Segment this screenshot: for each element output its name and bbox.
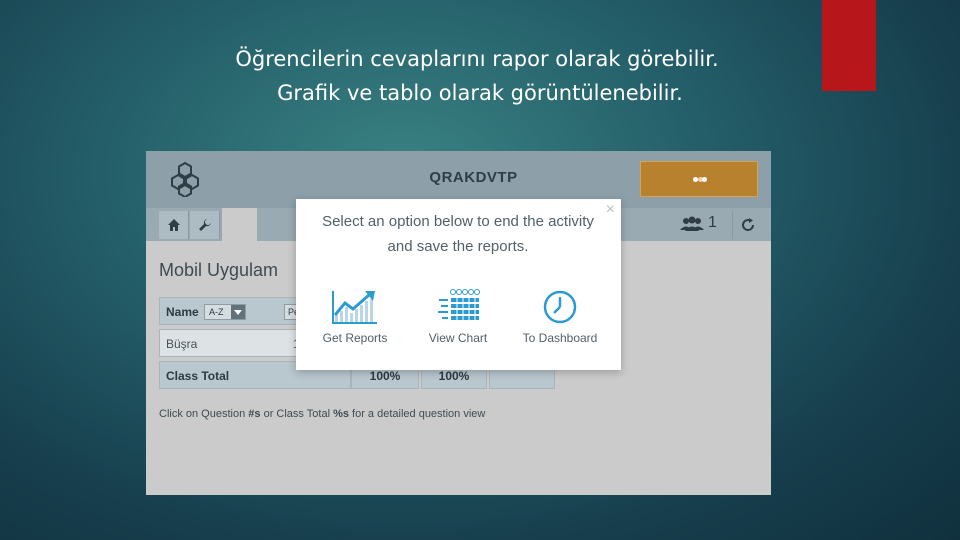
headline-line-1: Öğrencilerin cevaplarını rapor olarak gö… xyxy=(235,47,719,71)
class-total-value-1: 100% xyxy=(369,369,401,383)
close-icon[interactable]: × xyxy=(606,201,615,219)
hint-part-2: or Class Total xyxy=(260,408,334,420)
hint-text: Click on Question #s or Class Total %s f… xyxy=(159,408,485,420)
get-reports-label: Get Reports xyxy=(322,331,388,345)
name-column-header: Name xyxy=(166,305,199,319)
loading-dots-icon xyxy=(693,177,707,183)
modal-message: Select an option below to end the activi… xyxy=(322,213,594,255)
class-total-label: Class Total xyxy=(166,369,230,383)
end-activity-button[interactable] xyxy=(640,161,758,197)
hint-bold-1: #s xyxy=(248,408,261,420)
headline-line-2: Grafik ve tablo olarak görüntülenebilir. xyxy=(277,81,683,105)
clock-icon xyxy=(543,290,577,324)
view-chart-option[interactable]: View Chart xyxy=(408,289,508,349)
class-total-value-2: 100% xyxy=(438,369,470,383)
home-icon xyxy=(168,219,180,231)
student-name: Büşra xyxy=(166,337,198,351)
active-tab[interactable] xyxy=(222,208,257,241)
users-icon xyxy=(680,216,704,231)
users-indicator[interactable]: 1 xyxy=(680,214,724,236)
sort-select[interactable]: A-Z xyxy=(204,304,246,320)
end-activity-modal: × Select an option below to end the acti… xyxy=(296,199,621,370)
home-button[interactable] xyxy=(159,211,189,239)
sort-value: A-Z xyxy=(209,307,224,317)
hint-part-1: Click on Question xyxy=(159,408,249,420)
chevron-down-icon xyxy=(231,305,245,319)
hint-bold-2: %s xyxy=(333,408,349,420)
users-count: 1 xyxy=(708,214,717,231)
data-grid-icon xyxy=(438,289,480,320)
hint-part-3: for a detailed question view xyxy=(348,408,486,420)
refresh-icon xyxy=(742,218,755,231)
line-chart-icon xyxy=(332,291,377,324)
get-reports-option[interactable]: Get Reports xyxy=(305,289,405,349)
wrench-icon xyxy=(199,219,211,231)
refresh-button[interactable] xyxy=(732,211,762,239)
view-chart-label: View Chart xyxy=(428,331,488,345)
page-heading: Mobil Uygulam xyxy=(159,260,279,280)
settings-button[interactable] xyxy=(190,211,220,239)
to-dashboard-label: To Dashboard xyxy=(522,331,598,345)
to-dashboard-option[interactable]: To Dashboard xyxy=(510,289,610,349)
slide-headline: Öğrencilerin cevaplarını rapor olarak gö… xyxy=(0,42,960,110)
